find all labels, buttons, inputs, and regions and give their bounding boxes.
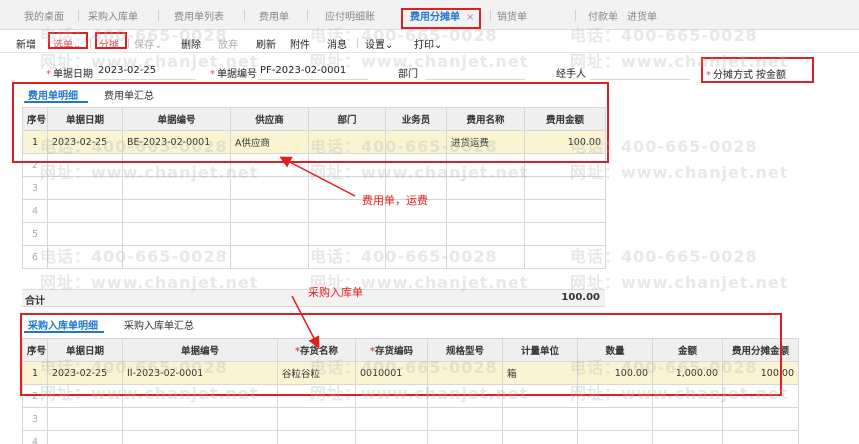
annotation-arrows (279, 156, 356, 349)
arrow-to-purchase (291, 295, 320, 349)
arrow-to-expense (279, 156, 356, 197)
